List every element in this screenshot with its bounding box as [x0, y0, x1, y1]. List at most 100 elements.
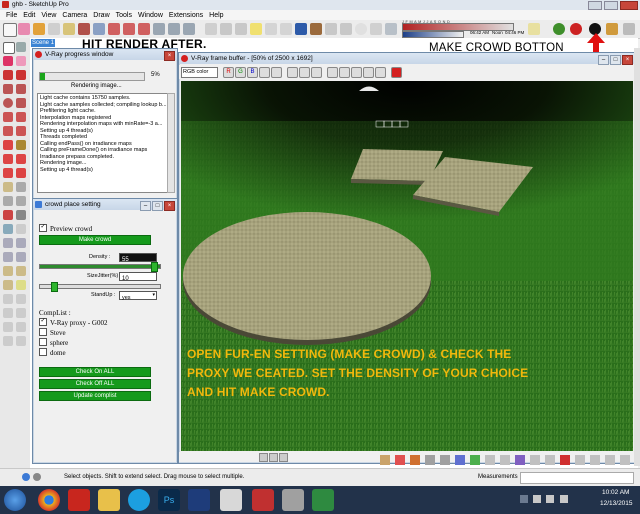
channel-select[interactable]: RGB color	[181, 67, 218, 78]
crowd-maximize-button[interactable]: □	[152, 201, 163, 211]
tray-flag-icon[interactable]	[533, 495, 542, 503]
check-on-all-button[interactable]: Check On ALL	[39, 367, 151, 377]
save-all-icon[interactable]	[299, 67, 310, 78]
rectangle-icon[interactable]	[3, 84, 13, 94]
vray-proxy-icon[interactable]	[295, 23, 307, 35]
start-button-icon[interactable]	[4, 489, 26, 511]
bottom-tool-icon[interactable]	[605, 455, 615, 465]
size-jitter-slider[interactable]	[39, 282, 161, 292]
update-complist-button[interactable]: Update complist	[39, 391, 151, 401]
app-icon-grey[interactable]	[282, 489, 304, 511]
follow-mouse-icon[interactable]	[339, 67, 350, 78]
orbit-icon[interactable]	[3, 224, 13, 234]
complist-checkbox-checked[interactable]: ✓	[39, 318, 47, 327]
channel-r-icon[interactable]: R	[223, 67, 234, 78]
rotate-tool-icon[interactable]	[123, 23, 135, 35]
zoom-window-icon[interactable]	[168, 23, 180, 35]
bottom-tool-icon[interactable]	[395, 455, 405, 465]
clock-time[interactable]: 10:02 AM	[602, 489, 629, 496]
orbit-tool-icon[interactable]	[93, 23, 105, 35]
walk-icon[interactable]	[16, 266, 26, 276]
zoom-extents-icon-2[interactable]	[3, 252, 13, 262]
check-off-all-button[interactable]: Check Off ALL	[39, 379, 151, 389]
zoom-tool-icon[interactable]	[153, 23, 165, 35]
vray-rt-icon[interactable]	[325, 23, 337, 35]
fur-strawberry-icon[interactable]	[570, 23, 582, 35]
minimize-button[interactable]	[587, 1, 602, 10]
duplicate-icon[interactable]	[327, 67, 338, 78]
explorer-icon[interactable]	[98, 489, 120, 511]
arc3-icon[interactable]	[16, 126, 26, 136]
zoom-icon[interactable]	[3, 238, 13, 248]
sphere-render-icon[interactable]	[355, 23, 367, 35]
bottom-tool-icon[interactable]	[545, 455, 555, 465]
zoom-window-icon-2[interactable]	[16, 238, 26, 248]
skype-icon[interactable]	[128, 489, 150, 511]
tool-extra-7-icon[interactable]	[3, 336, 13, 346]
pie-icon[interactable]	[3, 126, 13, 136]
look-around-icon[interactable]	[3, 280, 13, 290]
info-icon[interactable]	[22, 473, 30, 481]
bottom-tool-icon[interactable]	[485, 455, 495, 465]
paint-tool-icon[interactable]	[78, 23, 90, 35]
tool-extra-4-icon[interactable]	[16, 308, 26, 318]
axes-icon[interactable]	[3, 210, 13, 220]
clock-date[interactable]: 12/13/2015	[600, 500, 633, 507]
preview-crowd-checkbox[interactable]: ✓	[39, 224, 47, 233]
render-last-icon[interactable]	[375, 67, 386, 78]
tool-extra-2-icon[interactable]	[16, 294, 26, 304]
bottom-tool-icon[interactable]	[440, 455, 450, 465]
standup-select[interactable]: yes ▾	[119, 291, 157, 301]
complist-checkbox[interactable]	[39, 328, 47, 337]
follow-me-icon[interactable]	[16, 154, 26, 164]
fb-close-button[interactable]: ×	[622, 55, 633, 65]
section-icon[interactable]	[16, 280, 26, 290]
make-crowd-button[interactable]: Make crowd	[39, 235, 151, 245]
density-slider-thumb[interactable]	[151, 262, 158, 272]
vray-light-icon[interactable]	[250, 23, 262, 35]
move-tool-icon[interactable]	[108, 23, 120, 35]
complist-item[interactable]: dome	[39, 348, 66, 357]
size-jitter-slider-thumb[interactable]	[51, 282, 59, 292]
size-jitter-field[interactable]: 10	[119, 272, 157, 282]
bottom-tool-icon[interactable]	[560, 455, 570, 465]
scale-icon[interactable]	[3, 168, 13, 178]
rotate-icon[interactable]	[3, 154, 13, 164]
fur-tree-icon[interactable]	[553, 23, 565, 35]
vray-fb-icon[interactable]	[235, 23, 247, 35]
crowd-minimize-button[interactable]: –	[140, 201, 151, 211]
previous-view-icon[interactable]	[16, 252, 26, 262]
warehouse-icon[interactable]	[623, 23, 635, 35]
pan-icon[interactable]	[16, 224, 26, 234]
alpha-icon[interactable]	[259, 67, 270, 78]
select-icon[interactable]	[3, 42, 15, 54]
channel-g-icon[interactable]: G	[235, 67, 246, 78]
photoshop-icon[interactable]: Ps	[158, 489, 180, 511]
tool-extra-1-icon[interactable]	[3, 294, 13, 304]
scene-tab[interactable]: Scene 1	[31, 39, 55, 47]
help-icon[interactable]	[33, 473, 41, 481]
density-field[interactable]: 55	[119, 253, 157, 263]
select-tool-icon[interactable]	[3, 23, 17, 37]
tool-extra-5-icon[interactable]	[3, 322, 13, 332]
tool-extra-6-icon[interactable]	[16, 322, 26, 332]
push-pull-icon[interactable]	[16, 140, 26, 150]
position-camera-icon[interactable]	[3, 266, 13, 276]
vray-fur-icon[interactable]	[310, 23, 322, 35]
app-icon-blue[interactable]	[188, 489, 210, 511]
vray-sphere-icon[interactable]	[265, 23, 277, 35]
eraser-icon[interactable]	[16, 56, 26, 66]
bottom-tool-icon[interactable]	[590, 455, 600, 465]
maximize-button[interactable]	[603, 1, 618, 10]
tape-tool-icon[interactable]	[63, 23, 75, 35]
complist-checkbox[interactable]	[39, 338, 47, 347]
vray-options-icon[interactable]	[220, 23, 232, 35]
pointer-render-icon[interactable]	[370, 23, 382, 35]
camera-icon[interactable]	[340, 23, 352, 35]
pencil-tool-icon[interactable]	[33, 23, 45, 35]
app-icon-red[interactable]	[252, 489, 274, 511]
bottom-tool-icon[interactable]	[410, 455, 420, 465]
chrome-icon[interactable]	[38, 489, 60, 511]
complist-item[interactable]: ✓ V-Ray proxy - G002	[39, 318, 108, 327]
mono-icon[interactable]	[271, 67, 282, 78]
